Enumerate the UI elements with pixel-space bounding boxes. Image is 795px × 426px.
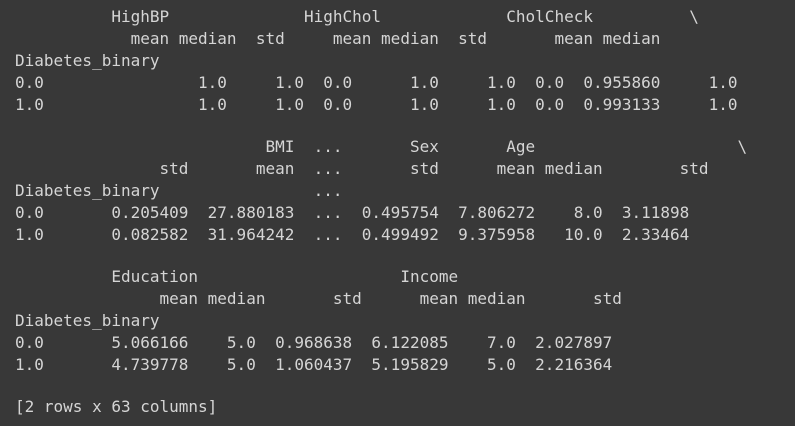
block1-header-columns: HighBP HighChol CholCheck \ — [15, 7, 699, 26]
notebook-output-area: HighBP HighChol CholCheck \ mean median … — [0, 0, 795, 426]
block1-row-0: 0.0 1.0 1.0 0.0 1.0 1.0 0.0 0.955860 1.0 — [15, 73, 738, 92]
dataframe-shape-footer: [2 rows x 63 columns] — [15, 397, 218, 416]
block3-header-stats: mean median std mean median std — [15, 289, 622, 308]
block2-header-columns: BMI ... Sex Age \ — [15, 137, 748, 156]
block3-row-1: 1.0 4.739778 5.0 1.060437 5.195829 5.0 2… — [15, 355, 613, 374]
block3-row-0: 0.0 5.066166 5.0 0.968638 6.122085 7.0 2… — [15, 333, 613, 352]
block2-row-1: 1.0 0.082582 31.964242 ... 0.499492 9.37… — [15, 225, 690, 244]
block2-header-stats: std mean ... std mean median std — [15, 159, 709, 178]
block3-header-columns: Education Income — [15, 267, 459, 286]
block2-row-0: 0.0 0.205409 27.880183 ... 0.495754 7.80… — [15, 203, 690, 222]
block2-index-name: Diabetes_binary ... — [15, 181, 343, 200]
block1-row-1: 1.0 1.0 1.0 0.0 1.0 1.0 0.0 0.993133 1.0 — [15, 95, 738, 114]
block1-index-name: Diabetes_binary — [15, 51, 160, 70]
block3-index-name: Diabetes_binary — [15, 311, 160, 330]
block1-header-stats: mean median std mean median std mean med… — [15, 29, 661, 48]
